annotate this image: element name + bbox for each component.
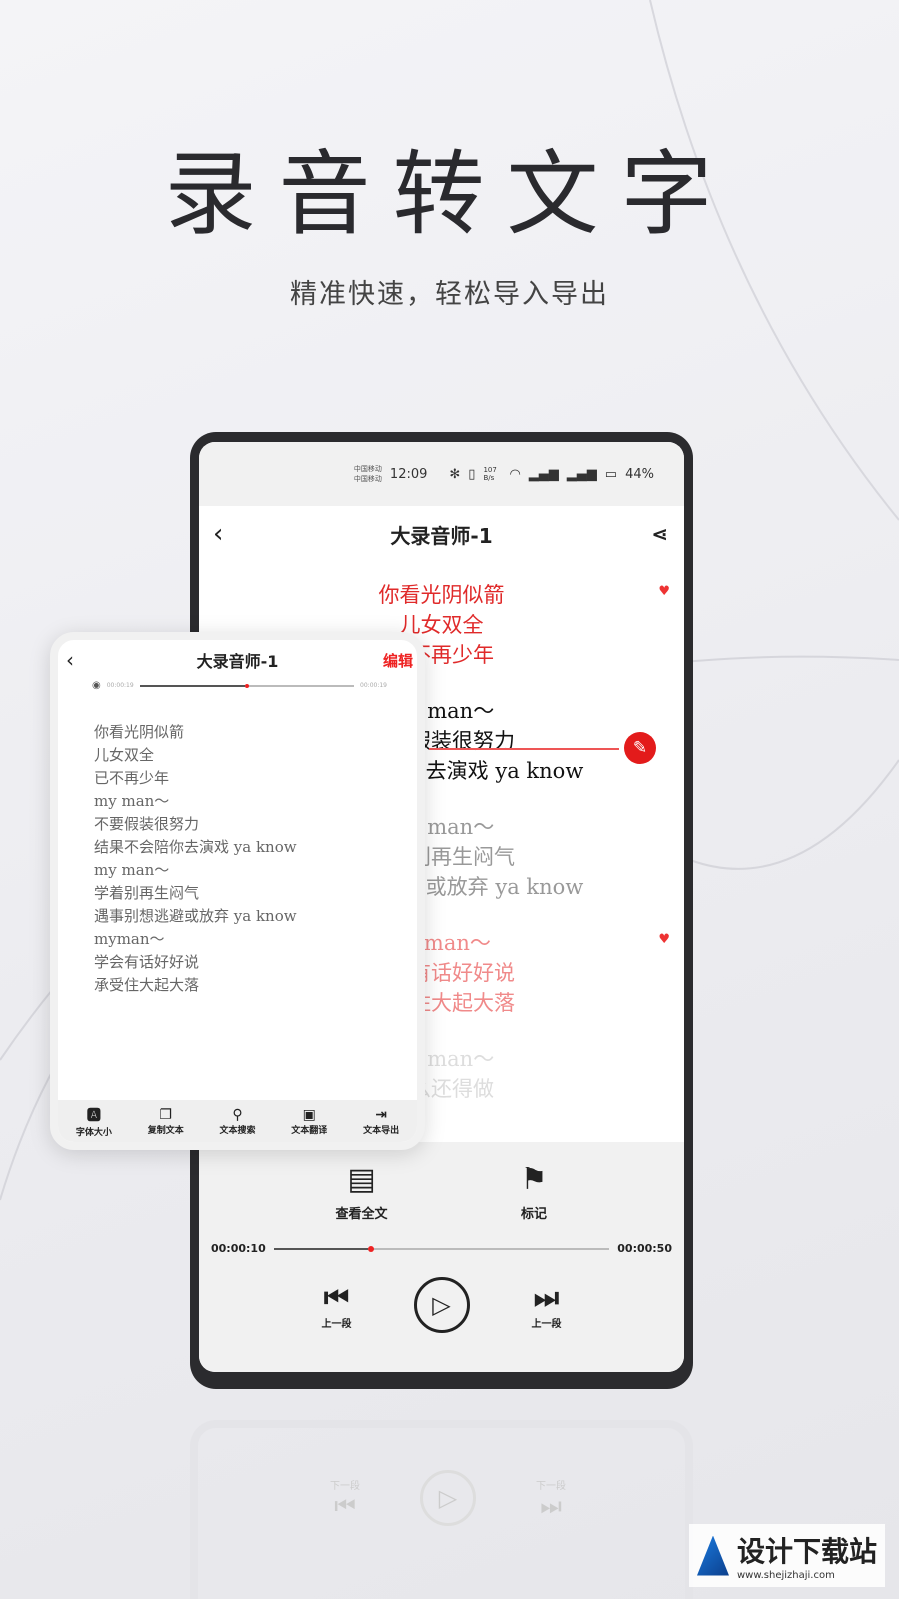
- fulltext-line: 不要假装很努力: [94, 815, 200, 833]
- status-bar: 中国移动 中国移动 12:09 ✻ ▯ 107 B/s ◠ ▂▄▆ ▂▄▆ ▭ 4…: [199, 442, 684, 506]
- search-icon: ⚲: [232, 1106, 243, 1123]
- view-fulltext-button[interactable]: ▤ 查看全文: [336, 1162, 388, 1222]
- fulltext-line: 已不再少年: [94, 769, 170, 787]
- previous-label: 上一段: [321, 1318, 352, 1330]
- bluetooth-icon: ✻: [449, 466, 461, 482]
- reflection-controls: 下一段 ⏮ ▷ 下一段 ⏭: [330, 1470, 566, 1526]
- search-text-button[interactable]: ⚲ 文本搜索: [219, 1107, 255, 1136]
- back-icon[interactable]: ‹: [66, 648, 74, 672]
- play-icon[interactable]: ◉: [92, 680, 101, 691]
- wifi-icon: ◠: [509, 466, 521, 482]
- edit-button[interactable]: 编辑: [383, 650, 413, 671]
- signal-icon: ▂▄▆: [566, 466, 597, 482]
- bookmark-icon[interactable]: ♥: [658, 584, 670, 599]
- playhead-line: [429, 748, 619, 750]
- play-icon: ▷: [432, 1291, 451, 1319]
- hero-title: 录音转文字: [164, 141, 735, 248]
- export-button[interactable]: ⇥ 文本导出: [363, 1107, 399, 1136]
- edit-pencil-button[interactable]: ✎: [624, 732, 656, 764]
- document-icon: ▤: [347, 1162, 376, 1197]
- fulltext-line: my man～: [94, 861, 170, 879]
- carrier-2: 中国移动: [353, 475, 382, 483]
- skip-forward-icon: ⏭: [540, 1491, 562, 1520]
- card-toolbar: 🅰 字体大小 ❐ 复制文本 ⚲ 文本搜索 ▣ 文本翻译 ⇥ 文本导出: [58, 1100, 417, 1142]
- header: ‹ 大录音师-1 ⋖: [199, 506, 684, 562]
- watermark-url: www.shejizhaji.com: [736, 1570, 835, 1581]
- export-icon: ⇥: [375, 1106, 387, 1123]
- previous-button[interactable]: ⏮ 上一段: [322, 1281, 352, 1330]
- clock: 12:09: [389, 466, 428, 482]
- carriers: 中国移动 中国移动: [354, 464, 382, 484]
- fulltext-line: 结果不会陪你去演戏 ya know: [94, 838, 297, 856]
- progress-handle[interactable]: [244, 683, 249, 688]
- watermark: 设计下载站 www.shejizhaji.com: [688, 1524, 885, 1587]
- flag-icon: ⚑: [520, 1162, 548, 1197]
- carrier-1: 中国移动: [353, 465, 382, 473]
- fulltext-card: ‹ 大录音师-1 编辑 ◉ 00:00:19 00:00:19 你看光阴似箭 儿女…: [50, 632, 425, 1150]
- bookmark-icon[interactable]: ♥: [658, 932, 670, 947]
- tool-label: 文本翻译: [291, 1125, 328, 1136]
- fulltext-line: 遇事别想逃避或放弃 ya know: [94, 907, 297, 925]
- card-title: 大录音师-1: [196, 652, 279, 671]
- share-icon[interactable]: ⋖: [651, 522, 668, 546]
- total-time: 00:00:50: [617, 1242, 672, 1255]
- current-time: 00:00:19: [106, 682, 134, 689]
- mark-label: 标记: [521, 1207, 548, 1222]
- fulltext-line: myman～: [94, 930, 165, 948]
- battery-level: 44%: [625, 466, 654, 482]
- tool-label: 文本搜索: [219, 1125, 256, 1136]
- reflection-label: 下一段: [536, 1480, 566, 1492]
- view-fulltext-label: 查看全文: [335, 1207, 388, 1222]
- progress-fill: [139, 684, 245, 687]
- play-button[interactable]: ▷: [413, 1277, 470, 1333]
- fulltext-lines: 你看光阴似箭 儿女双全已不再少年 my man～ 不要假装很努力结果不会陪你去演戏 y…: [58, 691, 417, 997]
- fulltext-line: 学会有话好好说: [94, 953, 200, 971]
- font-size-button[interactable]: 🅰 字体大小: [76, 1105, 112, 1138]
- fulltext-line: 儿女双全: [94, 746, 155, 764]
- battery-icon: ▭: [604, 466, 618, 482]
- lyric-line: 你看光阴似箭: [378, 583, 505, 607]
- reflection-label: 下一段: [330, 1480, 360, 1492]
- watermark-name: 设计下载站: [736, 1535, 877, 1568]
- copy-text-button[interactable]: ❐ 复制文本: [148, 1107, 184, 1136]
- fulltext-line: 学着别再生闷气: [94, 884, 200, 902]
- tool-label: 字体大小: [75, 1127, 112, 1138]
- signal-icon: ▂▄▆: [528, 466, 559, 482]
- watermark-logo: [696, 1535, 729, 1576]
- fulltext-line: 你看光阴似箭: [94, 723, 185, 741]
- skip-forward-icon: ⏭: [533, 1280, 560, 1314]
- mark-button[interactable]: ⚑ 标记: [521, 1162, 548, 1222]
- translate-icon: ▣: [302, 1106, 316, 1123]
- skip-back-icon: ⏮: [334, 1491, 356, 1520]
- net-speed: 107 B/s: [483, 466, 497, 482]
- back-icon[interactable]: ‹: [213, 519, 223, 549]
- copy-icon: ❐: [159, 1106, 172, 1123]
- fulltext-line: 承受住大起大落: [94, 976, 200, 994]
- translate-button[interactable]: ▣ 文本翻译: [291, 1107, 327, 1136]
- play-icon: ▷: [420, 1470, 476, 1526]
- tool-label: 文本导出: [363, 1125, 400, 1136]
- hero-subtitle: 精准快速，轻松导入导出: [290, 279, 609, 310]
- next-label: 上一段: [531, 1318, 562, 1330]
- player-panel: ▤ 查看全文 ⚑ 标记 00:00:10 00:00:50 ⏮ 上一段 ▷ ⏭ 上一段: [199, 1142, 684, 1372]
- skip-back-icon: ⏮: [323, 1280, 350, 1314]
- current-time: 00:00:10: [211, 1242, 266, 1255]
- reflection-next: 下一段 ⏭: [536, 1477, 566, 1520]
- fulltext-line: my man～: [94, 792, 170, 810]
- next-button[interactable]: ⏭ 上一段: [532, 1281, 562, 1330]
- progress-fill: [273, 1247, 368, 1250]
- font-size-icon: 🅰: [86, 1107, 101, 1124]
- progress-slider[interactable]: [273, 1245, 610, 1252]
- reflection-prev: 下一段 ⏮: [330, 1477, 360, 1520]
- total-time: 00:00:19: [360, 682, 387, 689]
- progress-slider[interactable]: [139, 683, 355, 688]
- tool-label: 复制文本: [147, 1125, 184, 1136]
- progress-handle[interactable]: [367, 1245, 374, 1252]
- page-title: 大录音师-1: [390, 523, 493, 548]
- vibrate-icon: ▯: [468, 466, 476, 482]
